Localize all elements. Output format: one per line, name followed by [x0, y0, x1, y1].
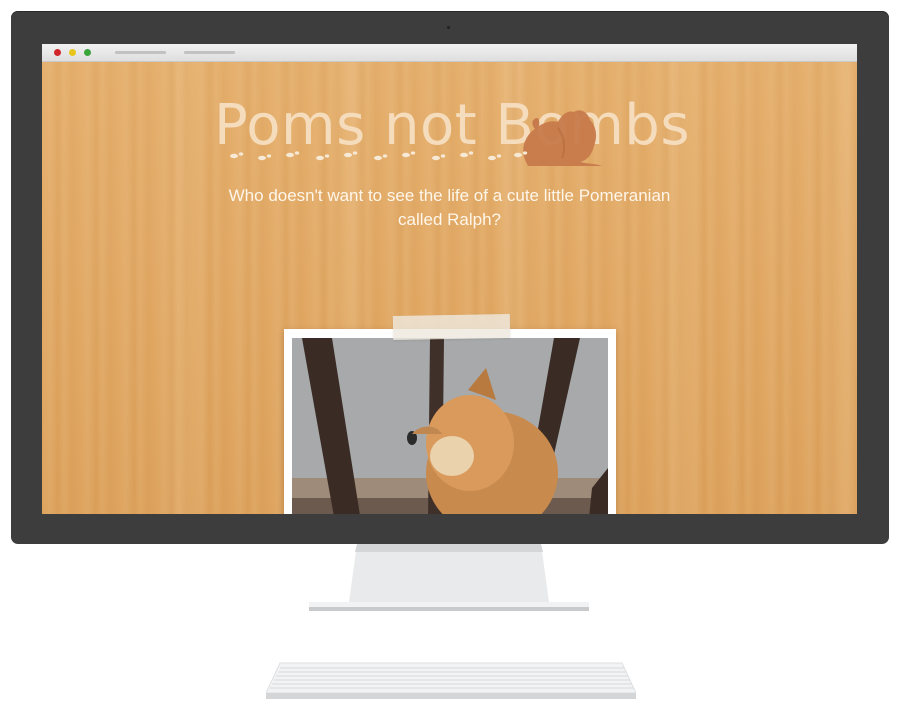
window-maximize-button[interactable]	[84, 49, 91, 56]
photo-tape	[392, 313, 511, 341]
page-subtitle: Who doesn't want to see the life of a cu…	[228, 186, 671, 229]
paw-prints-icon	[230, 151, 528, 161]
monitor-bezel: Poms not Bombs Who doesn't want to see t…	[11, 11, 889, 544]
keyboard	[266, 662, 636, 699]
webcam-dot	[447, 26, 450, 29]
window-minimize-button[interactable]	[69, 49, 76, 56]
pomeranian-behind-railing-photo	[292, 338, 608, 514]
polaroid-photo-frame	[284, 329, 616, 514]
web-page: Poms not Bombs Who doesn't want to see t…	[42, 62, 857, 514]
monitor-screen: Poms not Bombs Who doesn't want to see t…	[42, 44, 857, 514]
browser-toolbar	[42, 44, 857, 62]
browser-tab-placeholder[interactable]	[115, 51, 166, 54]
window-close-button[interactable]	[54, 49, 61, 56]
pomeranian-silhouette-icon	[523, 110, 602, 166]
browser-tab-placeholder[interactable]	[184, 51, 235, 54]
monitor-stand	[309, 544, 589, 611]
